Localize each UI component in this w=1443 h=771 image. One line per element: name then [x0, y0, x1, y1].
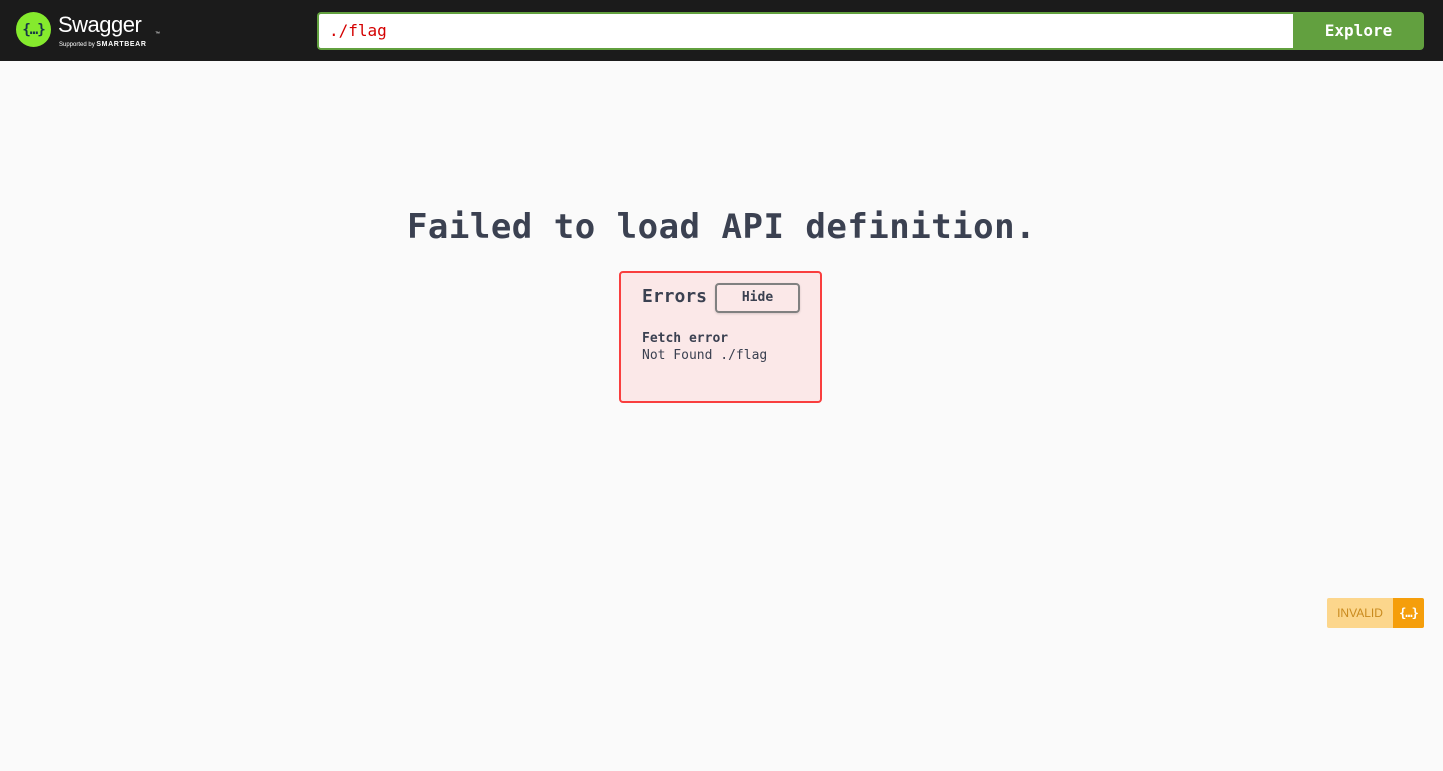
brand-trademark: ™ — [155, 31, 160, 37]
hide-button[interactable]: Hide — [715, 283, 800, 313]
error-type: Fetch error — [642, 331, 729, 346]
swagger-logo[interactable]: {…} Swagger ™ Supported by SMARTBEAR — [16, 11, 166, 51]
validator-badge[interactable]: INVALID {…} — [1327, 598, 1424, 628]
brand-name: Swagger — [58, 12, 142, 37]
explore-button[interactable]: Explore — [1293, 12, 1424, 50]
swagger-validator-icon: {…} — [1393, 598, 1424, 628]
url-input[interactable]: ./flag — [317, 12, 1294, 50]
download-url-form: ./flag Explore — [317, 12, 1424, 50]
error-message: Not Found ./flag — [642, 348, 768, 363]
swagger-logo-icon: {…} — [16, 12, 51, 47]
errors-heading: Errors — [642, 286, 708, 307]
brand-subtitle-company: SMARTBEAR — [96, 41, 147, 48]
brand-subtitle-prefix: Supported by — [59, 42, 95, 48]
brand-subtitle: Supported by SMARTBEAR — [59, 41, 147, 49]
validator-status-label: INVALID — [1327, 598, 1393, 628]
errors-panel: Errors Hide Fetch error Not Found ./flag — [619, 271, 822, 403]
page-title: Failed to load API definition. — [406, 207, 1037, 247]
topbar: {…} Swagger ™ Supported by SMARTBEAR ./f… — [0, 0, 1443, 61]
